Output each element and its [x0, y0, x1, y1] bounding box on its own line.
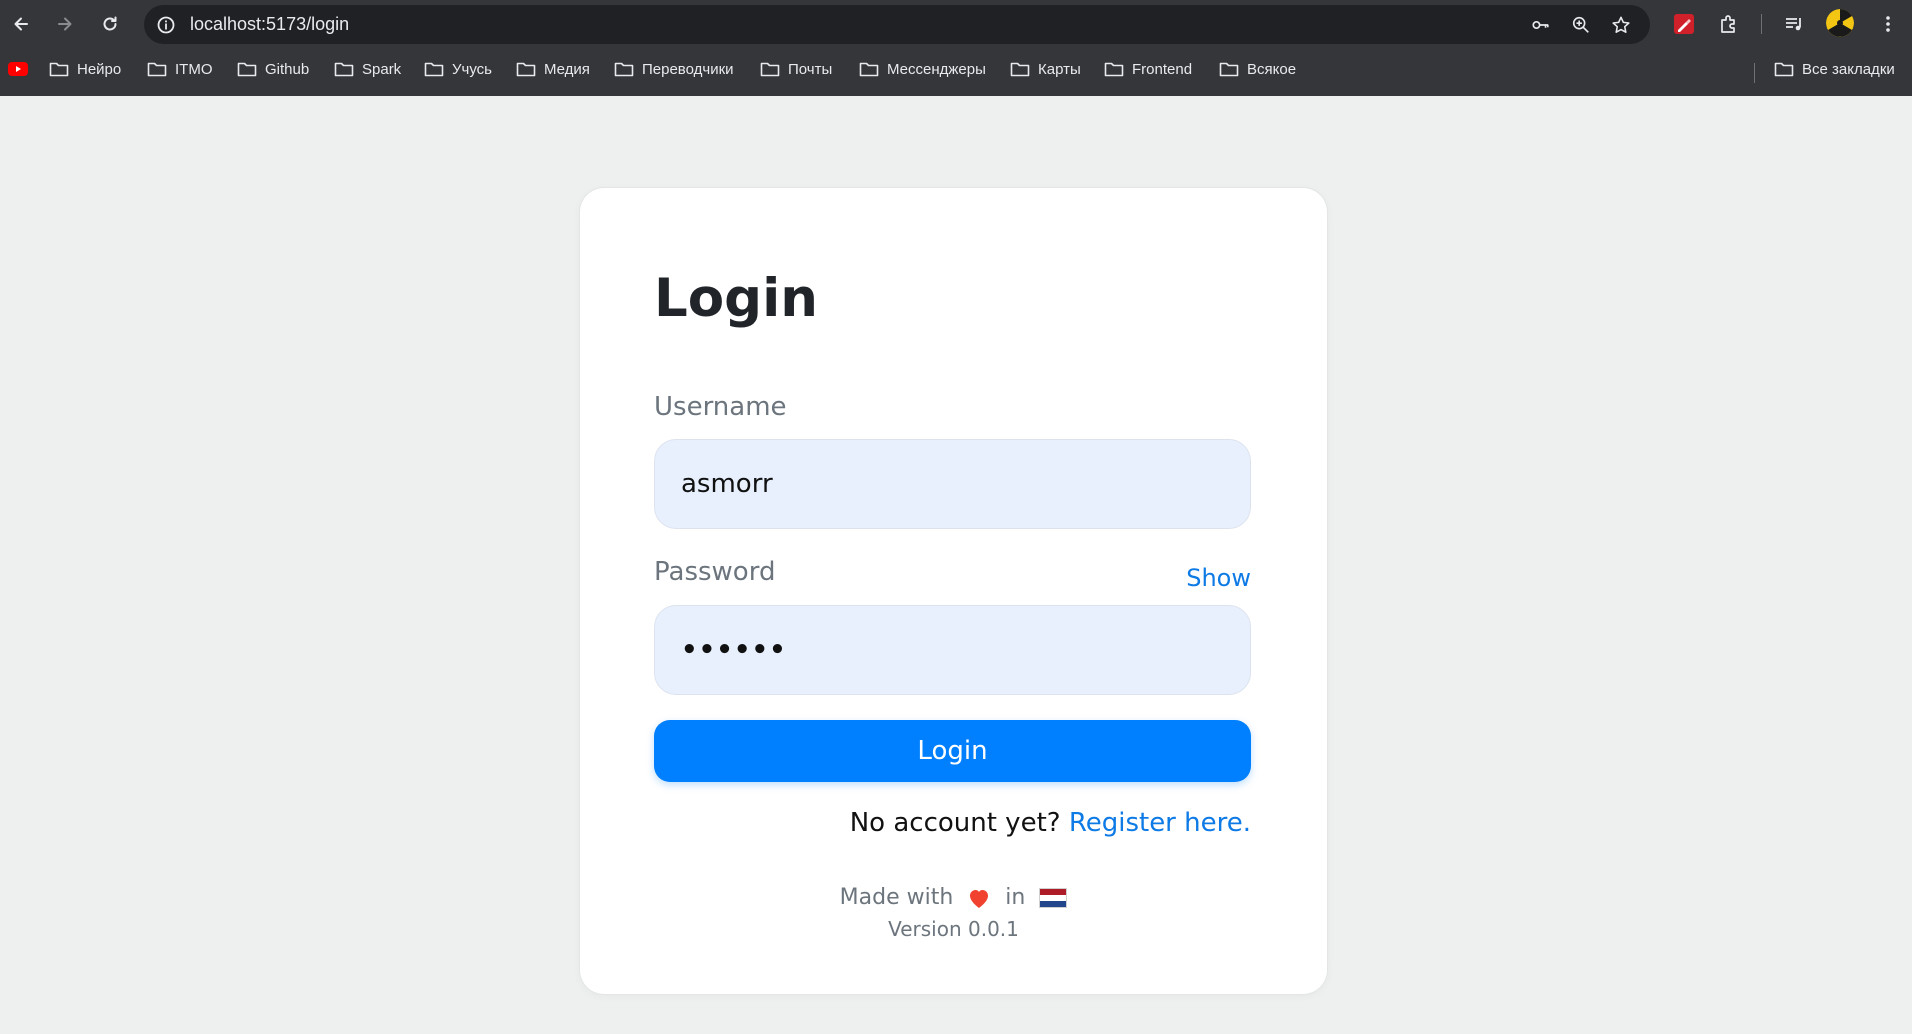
folder-icon: [614, 62, 634, 77]
browser-chrome: localhost:5173/login Нейро ITMO Github S…: [0, 0, 1912, 96]
register-prompt: No account yet? Register here.: [850, 808, 1251, 838]
bookmark-label: Медия: [544, 60, 590, 78]
password-key-button[interactable]: [1530, 14, 1552, 36]
avatar-icon: [1826, 9, 1854, 37]
bookmark-label: Всякое: [1247, 60, 1297, 78]
reload-button[interactable]: [95, 9, 125, 39]
login-button[interactable]: Login: [654, 720, 1251, 782]
bookmark-folder-messengers[interactable]: Мессенджеры: [859, 55, 986, 83]
bookmark-label: Карты: [1038, 60, 1081, 78]
media-controls-button[interactable]: [1780, 10, 1808, 38]
netherlands-flag-icon: [1039, 887, 1068, 908]
toolbar-divider: [1761, 14, 1762, 34]
folder-icon: [760, 62, 780, 77]
extensions-button[interactable]: [1715, 10, 1743, 38]
star-icon: [1612, 16, 1630, 33]
bookmark-folder-itmo[interactable]: ITMO: [147, 55, 213, 83]
folder-icon: [424, 62, 444, 77]
folder-icon: [516, 62, 536, 77]
heart-icon: [970, 889, 989, 908]
profile-avatar[interactable]: [1826, 9, 1854, 37]
bookmark-youtube[interactable]: [8, 55, 28, 83]
back-button[interactable]: [6, 9, 36, 39]
site-info-button[interactable]: [152, 11, 180, 39]
youtube-icon: [8, 62, 28, 76]
bookmark-folder-translators[interactable]: Переводчики: [614, 55, 734, 83]
bookmark-folder-github[interactable]: Github: [237, 55, 309, 83]
bookmark-label: Почты: [788, 60, 833, 78]
folder-icon: [334, 62, 354, 77]
address-bar[interactable]: localhost:5173/login: [144, 5, 1650, 44]
url-text[interactable]: localhost:5173/login: [190, 5, 349, 44]
bookmark-folder-frontend[interactable]: Frontend: [1104, 55, 1192, 83]
bookmark-folder-uchus[interactable]: Учусь: [424, 55, 492, 83]
key-icon: [1532, 21, 1549, 29]
folder-icon: [1010, 62, 1030, 77]
login-card: Login Username asmorr Password Show ••••…: [580, 188, 1327, 994]
bookmark-label: Переводчики: [642, 60, 734, 78]
made-with-line: Made with in: [580, 885, 1327, 910]
folder-icon: [1774, 62, 1794, 77]
zoom-button[interactable]: [1570, 14, 1592, 36]
username-value: asmorr: [681, 469, 773, 499]
bookmark-folder-mail[interactable]: Почты: [760, 55, 832, 83]
bookmark-label: Frontend: [1132, 60, 1193, 78]
more-vertical-icon: [1886, 16, 1890, 32]
folder-icon: [237, 62, 257, 77]
password-input[interactable]: ••••••: [654, 605, 1251, 695]
folder-icon: [1104, 62, 1124, 77]
username-label: Username: [654, 392, 787, 422]
browser-toolbar: localhost:5173/login: [0, 0, 1912, 48]
username-input[interactable]: asmorr: [654, 439, 1251, 529]
password-label: Password: [654, 557, 776, 587]
bookmark-label: Нейро: [77, 60, 122, 78]
made-with-text: Made with: [839, 885, 954, 910]
page-title: Login: [654, 268, 819, 329]
all-bookmarks-button[interactable]: Все закладки: [1774, 55, 1895, 83]
bookmarks-divider: [1754, 63, 1755, 83]
forward-button[interactable]: [50, 9, 80, 39]
info-icon: [157, 16, 175, 34]
bookmark-folder-neiro[interactable]: Нейро: [49, 55, 121, 83]
version-text: Version 0.0.1: [888, 917, 1019, 941]
folder-icon: [1219, 62, 1239, 77]
register-link[interactable]: Register here.: [1069, 808, 1251, 838]
bookmark-label: ITMO: [175, 60, 213, 78]
browser-menu-button[interactable]: [1874, 10, 1902, 38]
bookmark-star-button[interactable]: [1610, 14, 1632, 36]
puzzle-icon: [1721, 15, 1735, 33]
arrow-right-icon: [58, 17, 72, 31]
show-password-link[interactable]: Show: [1186, 564, 1251, 592]
folder-icon: [147, 62, 167, 77]
in-text: in: [1005, 885, 1026, 910]
bookmark-label: Мессенджеры: [887, 60, 986, 78]
zoom-in-icon: [1572, 16, 1589, 33]
bookmark-folder-spark[interactable]: Spark: [334, 55, 401, 83]
password-value: ••••••: [681, 635, 787, 665]
bookmark-folder-media[interactable]: Медия: [516, 55, 590, 83]
bookmark-folder-misc[interactable]: Всякое: [1219, 55, 1296, 83]
bookmark-label: Github: [265, 60, 310, 78]
no-account-text: No account yet?: [849, 808, 1061, 838]
bookmark-label: Spark: [362, 60, 402, 78]
arrow-left-icon: [14, 17, 28, 31]
bookmark-folder-maps[interactable]: Карты: [1010, 55, 1081, 83]
playlist-icon: [1786, 18, 1801, 31]
reload-icon: [103, 16, 117, 31]
pen-extension-icon: [1674, 14, 1694, 34]
folder-icon: [859, 62, 879, 77]
extension-red-button[interactable]: [1670, 10, 1698, 38]
all-bookmarks-label: Все закладки: [1802, 60, 1895, 78]
folder-icon: [49, 62, 69, 77]
bookmark-label: Учусь: [452, 60, 492, 78]
bookmarks-bar: Нейро ITMO Github Spark Учусь Медия Пере…: [0, 52, 1912, 88]
